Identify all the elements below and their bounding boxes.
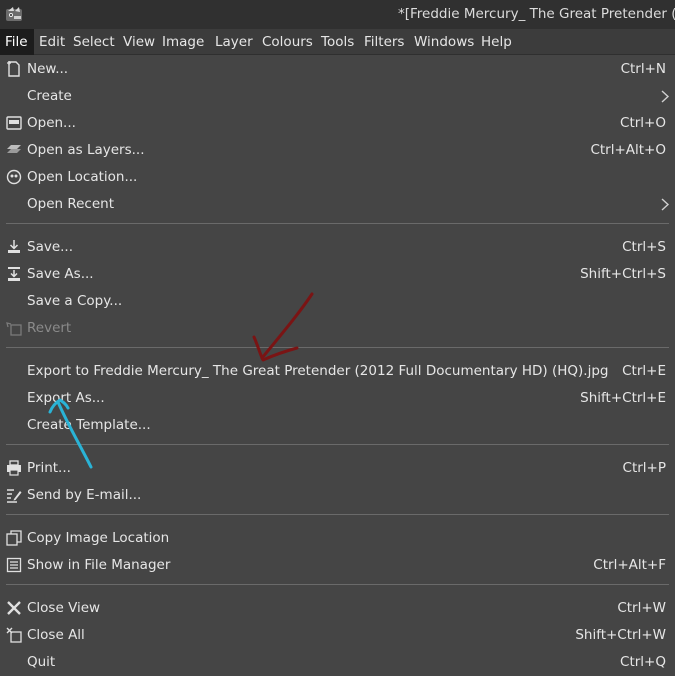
menu-item-label: Revert (27, 320, 72, 336)
menu-separator (6, 347, 669, 348)
menu-filters[interactable]: Filters (359, 29, 409, 55)
menu-item-label: Print... (27, 460, 71, 476)
save-as-icon (8, 267, 20, 281)
menu-bar: File Edit Select View Image Layer Colour… (0, 29, 675, 55)
shortcut-label: Shift+Ctrl+W (575, 627, 666, 643)
menu-item-open[interactable]: Open... Ctrl+O (0, 110, 675, 137)
title-bar: *[Freddie Mercury_ The Great Pretender (… (0, 0, 675, 29)
menu-item-label: Close All (27, 627, 85, 643)
shortcut-label: Ctrl+Q (620, 654, 666, 670)
window-title: *[Freddie Mercury_ The Great Pretender (… (398, 6, 675, 22)
menu-item-quit[interactable]: Quit Ctrl+Q (0, 649, 675, 676)
menu-windows[interactable]: Windows (409, 29, 479, 55)
open-icon (6, 116, 22, 130)
menu-separator (6, 444, 669, 445)
print-icon (7, 460, 21, 476)
menu-select[interactable]: Select (68, 29, 120, 55)
menu-item-label: Show in File Manager (27, 557, 171, 573)
menu-item-show-in-file-manager[interactable]: Show in File Manager Ctrl+Alt+F (0, 552, 675, 579)
menu-item-label: Open Recent (27, 196, 115, 212)
menu-item-label: Create Template... (27, 417, 151, 433)
menu-item-label: Save a Copy... (27, 293, 123, 309)
layers-icon (7, 145, 21, 153)
revert-icon (6, 322, 22, 336)
copy-icon (6, 530, 22, 546)
close-icon (7, 601, 21, 615)
menu-item-label: Copy Image Location (27, 530, 170, 546)
menu-edit[interactable]: Edit (34, 29, 70, 55)
menu-item-open-location[interactable]: Open Location... (0, 164, 675, 191)
menu-item-label: Export As... (27, 390, 105, 406)
menu-help[interactable]: Help (476, 29, 517, 55)
menu-layer[interactable]: Layer (210, 29, 258, 55)
menu-item-close-view[interactable]: Close View Ctrl+W (0, 595, 675, 622)
menu-view[interactable]: View (118, 29, 160, 55)
menu-image[interactable]: Image (157, 29, 209, 55)
chevron-right-icon (661, 198, 670, 211)
menu-item-save-a-copy[interactable]: Save a Copy... (0, 288, 675, 315)
shortcut-label: Ctrl+E (622, 363, 666, 379)
menu-file[interactable]: File (0, 29, 34, 55)
shortcut-label: Ctrl+P (622, 460, 666, 476)
shortcut-label: Ctrl+Alt+F (593, 557, 666, 573)
menu-separator (6, 584, 669, 585)
menu-item-label: Export to Freddie Mercury_ The Great Pre… (27, 363, 609, 379)
shortcut-label: Ctrl+S (622, 239, 666, 255)
gimp-app-icon (6, 7, 22, 21)
shortcut-label: Shift+Ctrl+E (580, 390, 666, 406)
menu-tools[interactable]: Tools (316, 29, 359, 55)
menu-item-create[interactable]: Create (0, 83, 675, 110)
shortcut-label: Ctrl+W (617, 600, 666, 616)
menu-item-label: Close View (27, 600, 101, 616)
menu-item-label: Open... (27, 115, 76, 131)
menu-item-print[interactable]: Print... Ctrl+P (0, 455, 675, 482)
email-icon (7, 489, 22, 503)
menu-item-label: Save As... (27, 266, 94, 282)
menu-item-export-to[interactable]: Export to Freddie Mercury_ The Great Pre… (0, 358, 675, 385)
menu-separator (6, 223, 669, 224)
menu-item-copy-image-location[interactable]: Copy Image Location (0, 525, 675, 552)
menu-colours[interactable]: Colours (257, 29, 318, 55)
menu-item-save[interactable]: Save... Ctrl+S (0, 234, 675, 261)
menu-item-label: Create (27, 88, 72, 104)
menu-item-open-recent[interactable]: Open Recent (0, 191, 675, 218)
save-icon (8, 240, 20, 253)
menu-item-label: Open as Layers... (27, 142, 145, 158)
menu-item-save-as[interactable]: Save As... Shift+Ctrl+S (0, 261, 675, 288)
location-icon (6, 169, 22, 185)
menu-item-export-as[interactable]: Export As... Shift+Ctrl+E (0, 385, 675, 412)
shortcut-label: Ctrl+N (620, 61, 666, 77)
menu-item-send-by-email[interactable]: Send by E-mail... (0, 482, 675, 509)
close-all-icon (6, 627, 22, 643)
menu-item-new[interactable]: New... Ctrl+N (0, 56, 675, 83)
menu-item-label: Quit (27, 654, 56, 670)
menu-item-create-template[interactable]: Create Template... (0, 412, 675, 439)
shortcut-label: Shift+Ctrl+S (580, 266, 666, 282)
new-image-icon (7, 61, 20, 77)
file-manager-icon (6, 557, 22, 573)
shortcut-label: Ctrl+O (620, 115, 666, 131)
menu-separator (6, 514, 669, 515)
menu-item-label: New... (27, 61, 69, 77)
shortcut-label: Ctrl+Alt+O (590, 142, 666, 158)
menu-item-label: Send by E-mail... (27, 487, 142, 503)
menu-item-close-all[interactable]: Close All Shift+Ctrl+W (0, 622, 675, 649)
menu-item-revert: Revert (0, 315, 675, 342)
file-menu-dropdown: New... Ctrl+N Create Open... Ctrl+O Open… (0, 55, 675, 675)
menu-item-label: Open Location... (27, 169, 138, 185)
chevron-right-icon (661, 90, 670, 103)
menu-item-open-as-layers[interactable]: Open as Layers... Ctrl+Alt+O (0, 137, 675, 164)
menu-item-label: Save... (27, 239, 74, 255)
